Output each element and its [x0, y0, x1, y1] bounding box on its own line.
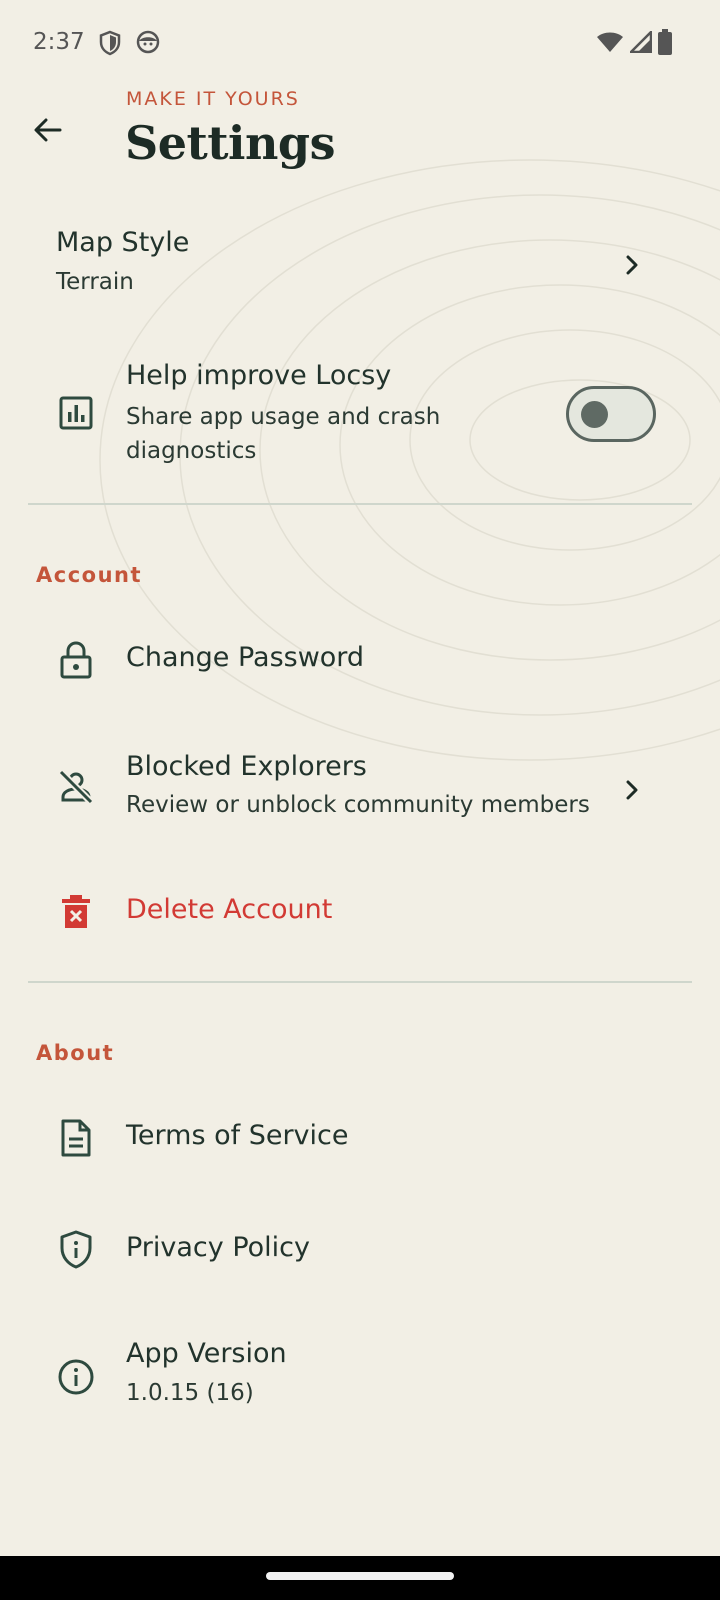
wifi-icon: [596, 31, 624, 57]
map-style-row[interactable]: Map Style Terrain: [0, 215, 720, 315]
back-button[interactable]: [26, 110, 70, 154]
chevron-right-icon: [620, 253, 644, 277]
app-version-title: App Version: [126, 1338, 287, 1369]
contour-background: [99, 159, 720, 761]
change-password-row[interactable]: Change Password: [0, 620, 720, 700]
document-icon: [56, 1118, 96, 1158]
info-icon: [56, 1357, 96, 1397]
status-time: 2:37: [33, 29, 85, 55]
lock-icon: [56, 640, 96, 680]
app-version-value: 1.0.15 (16): [126, 1380, 254, 1406]
divider: [28, 981, 692, 983]
change-password-title: Change Password: [126, 642, 365, 673]
shield-icon: [98, 30, 122, 60]
divider: [28, 503, 692, 505]
shield-info-icon: [56, 1230, 96, 1270]
help-improve-title: Help improve Locsy: [126, 360, 392, 391]
terms-of-service-title: Terms of Service: [126, 1120, 349, 1151]
delete-account-row[interactable]: Delete Account: [0, 872, 720, 952]
page-title: Settings: [125, 116, 335, 170]
battery-icon: [658, 29, 672, 59]
analytics-icon: [56, 393, 96, 433]
map-style-title: Map Style: [56, 227, 190, 258]
page-eyebrow: MAKE IT YOURS: [126, 88, 300, 110]
person-off-icon: [56, 767, 96, 807]
help-improve-row: Help improve Locsy Share app usage and c…: [0, 350, 720, 480]
privacy-policy-title: Privacy Policy: [126, 1232, 311, 1263]
terms-of-service-row[interactable]: Terms of Service: [0, 1098, 720, 1178]
arrow-back-icon: [32, 114, 64, 150]
app-version-row: App Version 1.0.15 (16): [0, 1325, 720, 1425]
delete-icon: [56, 892, 96, 932]
section-label-account: Account: [36, 563, 143, 587]
blocked-explorers-row[interactable]: Blocked Explorers Review or unblock comm…: [0, 740, 720, 840]
help-improve-subtitle-line1: Share app usage and crash: [126, 404, 441, 430]
chevron-right-icon: [620, 778, 644, 802]
home-indicator[interactable]: [266, 1572, 454, 1580]
system-nav-bar: [0, 1556, 720, 1600]
help-improve-subtitle-line2: diagnostics: [126, 438, 257, 464]
delete-account-title: Delete Account: [126, 894, 333, 925]
blocked-explorers-subtitle: Review or unblock community members: [126, 792, 590, 818]
face-icon: [136, 30, 160, 60]
signal-icon: [627, 28, 653, 57]
blocked-explorers-title: Blocked Explorers: [126, 751, 367, 782]
privacy-policy-row[interactable]: Privacy Policy: [0, 1210, 720, 1290]
toggle-knob: [581, 401, 608, 428]
settings-screen: 2:37 MAKE IT YOURS Settings Map Style Te…: [0, 0, 720, 1600]
section-label-about: About: [36, 1041, 115, 1065]
diagnostics-toggle[interactable]: [566, 386, 656, 442]
status-bar: 2:37: [0, 0, 720, 88]
map-style-value: Terrain: [56, 269, 134, 295]
